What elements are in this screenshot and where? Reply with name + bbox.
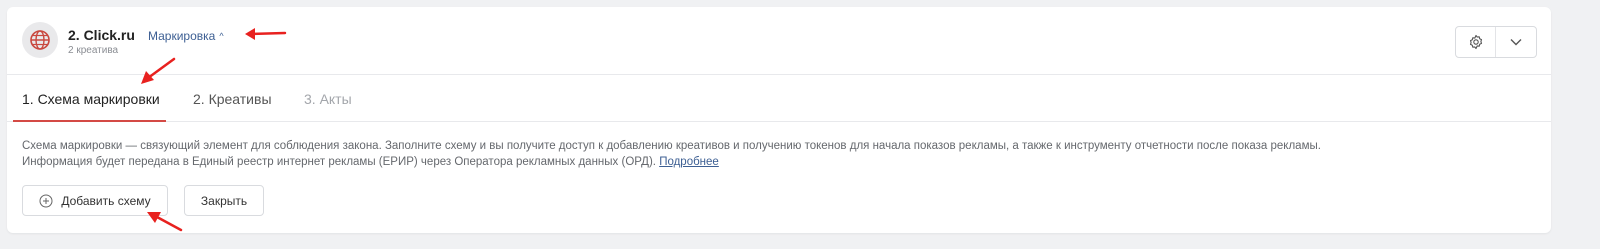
chevron-down-icon[interactable] bbox=[1496, 27, 1536, 57]
description-line-2: Информация будет передана в Единый реест… bbox=[22, 156, 656, 168]
gear-icon[interactable] bbox=[1456, 27, 1496, 57]
tabs-bar: 1. Схема маркировки 2. Креативы 3. Акты bbox=[7, 75, 1551, 122]
add-scheme-button[interactable]: Добавить схему bbox=[22, 185, 168, 216]
settings-dropdown-button[interactable] bbox=[1455, 26, 1537, 58]
learn-more-link[interactable]: Подробнее bbox=[659, 156, 719, 168]
marking-toggle-link[interactable]: Маркировка ^ bbox=[148, 29, 224, 43]
campaign-card: 2. Click.ru 2 креатива Маркировка ^ 1. С… bbox=[7, 7, 1551, 233]
card-header: 2. Click.ru 2 креатива Маркировка ^ bbox=[7, 7, 1551, 75]
add-scheme-label: Добавить схему bbox=[61, 193, 151, 208]
campaign-title: 2. Click.ru bbox=[68, 27, 135, 43]
close-label: Закрыть bbox=[200, 193, 248, 208]
marking-link-label: Маркировка bbox=[148, 29, 216, 43]
tab-acts[interactable]: 3. Акты bbox=[304, 91, 352, 107]
plus-circle-icon bbox=[39, 194, 53, 207]
tab-marking-scheme[interactable]: 1. Схема маркировки bbox=[22, 91, 160, 107]
globe-icon bbox=[22, 22, 58, 58]
scheme-description: Схема маркировки — связующий элемент для… bbox=[22, 138, 1522, 170]
creatives-count: 2 креатива bbox=[68, 45, 119, 56]
tab-creatives[interactable]: 2. Креативы bbox=[193, 91, 272, 107]
chevron-up-icon: ^ bbox=[219, 30, 224, 41]
description-line-1: Схема маркировки — связующий элемент для… bbox=[22, 140, 1321, 152]
close-button[interactable]: Закрыть bbox=[184, 185, 264, 216]
active-tab-indicator bbox=[13, 120, 166, 122]
